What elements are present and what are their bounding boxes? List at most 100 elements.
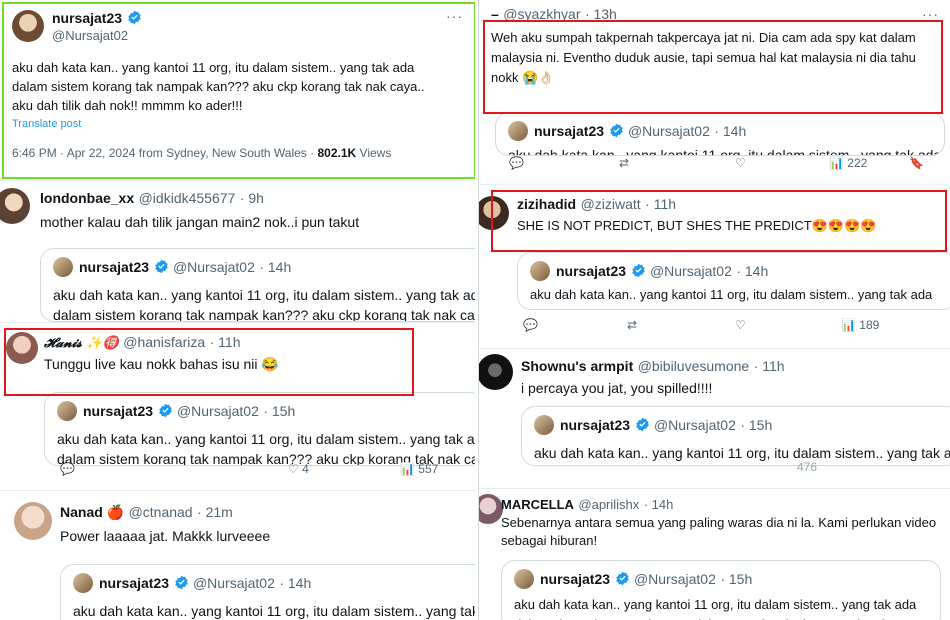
reply-icon[interactable]: 💬 — [523, 318, 538, 332]
reply-marcella[interactable]: MARCELLA @aprilishx · 14h Sebenarnya ant… — [479, 490, 950, 620]
quoted-tweet[interactable]: nursajat23 @Nursajat02 · 15h aku dah kat… — [521, 406, 950, 466]
reply-nanad[interactable]: Nanad 🍎 @ctnanad · 21m Power laaaaa jat.… — [0, 492, 475, 620]
divider — [0, 322, 475, 323]
reply-time[interactable]: · 14h — [644, 497, 674, 512]
reply-avatar[interactable] — [479, 494, 503, 524]
reply-author-handle[interactable]: @syazkhyar — [503, 6, 580, 22]
divider — [479, 184, 950, 185]
like-icon[interactable]: ♡ — [735, 156, 746, 170]
views-icon[interactable]: 📊 557 — [400, 462, 438, 476]
reply-author-name[interactable]: Shownu's armpit — [521, 358, 633, 374]
views-count: 476 — [797, 460, 818, 474]
reply-icon[interactable]: 💬 — [509, 156, 524, 170]
reply-line: sebagai hiburan! — [501, 533, 598, 548]
reply-time[interactable]: · 21m — [197, 504, 233, 520]
views-count: 802.1K — [317, 146, 357, 160]
quoted-tweet[interactable]: nursajat23 @Nursajat02 · 15h aku dah kat… — [501, 560, 941, 620]
verified-badge-icon — [127, 10, 141, 25]
quoted-time: · 15h — [720, 571, 753, 587]
quoted-author-name: nursajat23 — [534, 123, 605, 139]
verified-badge-icon — [615, 571, 629, 586]
reply-author-handle[interactable]: @aprilishx — [578, 497, 639, 512]
reply-author-name[interactable]: MARCELLA — [501, 497, 574, 512]
reply-text: Power laaaaa jat. Makkk lurveeee — [60, 528, 271, 544]
reply-author-name[interactable]: 𝓗𝓪𝓷𝓲𝓼 ✨🉐 — [44, 336, 119, 351]
reply-londonbae[interactable]: londonbae_xx @idkidk455677 · 9h mother k… — [0, 182, 475, 322]
quoted-line: aku dah kata kan.. yang kantoi 11 org, i… — [534, 445, 950, 461]
main-author-name[interactable]: nursajat23 — [52, 10, 122, 26]
main-text-line: aku dah kata kan.. yang kantoi 11 org, i… — [12, 60, 415, 75]
bookmark-icon[interactable]: 🔖 — [909, 156, 924, 170]
action-bar: 476 — [797, 460, 817, 474]
reply-avatar[interactable] — [479, 196, 509, 230]
quoted-line: dalam sistem korang tak nampak kan??? ak… — [514, 615, 936, 620]
quoted-avatar — [73, 573, 93, 593]
quoted-line: aku dah kata kan.. yang kantoi 11 org, i… — [514, 597, 917, 612]
quoted-author-handle: @Nursajat02 — [627, 123, 710, 139]
quoted-author-handle: @Nursajat02 — [192, 575, 275, 591]
timestamp[interactable]: 6:46 PM · Apr 22, 2024 from Sydney, New … — [12, 146, 307, 160]
like-icon[interactable]: ♡ 4 — [288, 462, 309, 476]
reply-author-handle[interactable]: @hanisfariza — [123, 334, 205, 350]
reply-author-handle[interactable]: @ziziwatt — [581, 196, 641, 212]
reply-author-handle[interactable]: @idkidk455677 — [139, 190, 236, 206]
quoted-time: · 14h — [714, 123, 747, 139]
verified-badge-icon — [174, 575, 188, 590]
main-author-handle[interactable]: @Nursajat02 — [52, 28, 128, 43]
quoted-tweet[interactable]: nursajat23 @Nursajat02 · 14h aku dah kat… — [40, 248, 475, 322]
reply-avatar[interactable] — [14, 502, 52, 540]
reply-avatar[interactable] — [6, 332, 38, 364]
retweet-icon[interactable]: ⇄ — [627, 318, 637, 332]
reply-icon[interactable]: 💬 — [60, 462, 75, 476]
divider — [0, 490, 475, 491]
reply-author-handle[interactable]: @bibiluvesumone — [638, 358, 750, 374]
reply-avatar[interactable] — [0, 188, 30, 224]
quoted-avatar — [514, 569, 534, 589]
more-icon[interactable]: ··· — [446, 8, 463, 24]
quoted-line: aku dah kata kan.. yang kantoi 11 org, i… — [73, 603, 475, 619]
divider — [479, 488, 950, 489]
quoted-tweet[interactable]: nursajat23 @Nursajat02 · 14h aku dah kat… — [495, 112, 945, 156]
reply-time[interactable]: · 9h — [240, 190, 264, 206]
reply-author-name[interactable]: Nanad 🍎 — [60, 504, 124, 520]
reply-line: Weh aku sumpah takpernah takpercaya jat … — [491, 30, 916, 45]
quoted-author-handle: @Nursajat02 — [653, 417, 736, 433]
quoted-line: aku dah kata kan.. yang kantoi 11 org, i… — [57, 431, 475, 447]
reply-syazkhyar[interactable]: – @syazkhyar · 13h ··· Weh aku sumpah ta… — [479, 0, 950, 182]
quoted-avatar — [53, 257, 73, 277]
quoted-text: aku dah kata kan.. yang kantoi 11 org, i… — [514, 595, 936, 620]
reply-shownu[interactable]: Shownu's armpit @bibiluvesumone · 11h i … — [479, 350, 950, 486]
reply-time[interactable]: · 11h — [210, 334, 241, 350]
main-tweet[interactable]: nursajat23 @Nursajat02 ··· aku dah kata … — [0, 0, 475, 178]
reply-author-name[interactable]: zizihadid — [517, 196, 576, 212]
more-icon[interactable]: ··· — [922, 6, 939, 22]
reply-author-handle[interactable]: @ctnanad — [129, 504, 193, 520]
quoted-tweet[interactable]: nursajat23 @Nursajat02 · 15h aku dah kat… — [44, 392, 475, 466]
quoted-tweet[interactable]: nursajat23 @Nursajat02 · 14h aku dah kat… — [60, 564, 475, 620]
reply-zizihadid[interactable]: zizihadid @ziziwatt · 11h SHE IS NOT PRE… — [479, 186, 950, 348]
translate-link[interactable]: Translate post — [12, 118, 81, 130]
views-icon[interactable]: 📊 189 — [841, 318, 879, 332]
quoted-text: aku dah kata kan.. yang kantoi 11 org, i… — [53, 285, 475, 321]
quoted-tweet[interactable]: nursajat23 @Nursajat02 · 14h aku dah kat… — [517, 252, 950, 310]
retweet-icon[interactable]: ⇄ — [619, 156, 629, 170]
quoted-author-handle: @Nursajat02 — [649, 263, 732, 279]
views-icon[interactable]: 476 — [797, 460, 817, 474]
quoted-line: aku dah kata kan.. yang kantoi 11 org, i… — [53, 287, 475, 303]
quoted-text: aku dah kata kan.. yang kantoi 11 org, i… — [534, 443, 950, 463]
quoted-text: aku dah kata kan.. yang kantoi 11 org, i… — [530, 285, 950, 309]
reply-avatar[interactable] — [479, 354, 513, 390]
reply-hanis[interactable]: 𝓗𝓪𝓷𝓲𝓼 ✨🉐 @hanisfariza · 11h Tunggu live … — [0, 324, 475, 486]
views-icon[interactable]: 📊 222 — [829, 156, 867, 170]
main-avatar[interactable] — [12, 10, 44, 42]
reply-time[interactable]: · 11h — [754, 358, 785, 374]
reply-time[interactable]: · 13h — [585, 6, 617, 22]
divider — [479, 348, 950, 349]
reply-author-name[interactable]: londonbae_xx — [40, 190, 134, 206]
quoted-avatar — [530, 261, 550, 281]
reply-author-name[interactable]: – — [491, 6, 499, 22]
reply-time[interactable]: · 11h — [645, 196, 676, 212]
like-icon[interactable]: ♡ — [735, 318, 746, 332]
verified-badge-icon — [635, 417, 649, 432]
views-count: 222 — [847, 156, 868, 170]
